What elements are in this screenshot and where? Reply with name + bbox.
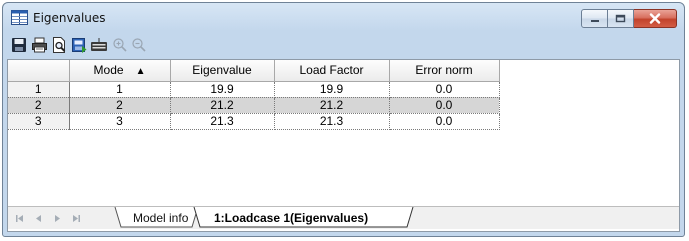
export-button[interactable]: [69, 35, 89, 55]
zoom-out-button[interactable]: [129, 35, 149, 55]
keyboard-icon: [91, 38, 107, 51]
cell-eigenvalue[interactable]: 21.2: [170, 97, 275, 114]
cell-error-norm[interactable]: 0.0: [389, 81, 500, 98]
cell-mode[interactable]: 3: [69, 113, 171, 130]
title-bar[interactable]: Eigenvalues: [3, 3, 684, 33]
cell-load-factor[interactable]: 21.3: [274, 113, 390, 130]
column-header-label: Mode: [93, 63, 124, 78]
print-preview-icon: [53, 37, 66, 53]
row-header[interactable]: 3: [8, 113, 70, 130]
table-row[interactable]: 3 3 21.3 21.3 0.0: [8, 113, 500, 130]
cell-eigenvalue[interactable]: 21.3: [170, 113, 275, 130]
cell-eigenvalue[interactable]: 19.9: [170, 81, 275, 98]
cell-load-factor[interactable]: 19.9: [274, 81, 390, 98]
close-icon: [649, 13, 661, 24]
column-header-mode[interactable]: Mode ▲: [69, 60, 171, 82]
column-header-eigenvalue[interactable]: Eigenvalue: [170, 60, 275, 82]
eigenvalues-window: Eigenvalues Mode ▲ Eigenvalue Load Facto…: [2, 2, 685, 237]
restore-icon: [615, 14, 626, 23]
toolbar: [7, 33, 680, 57]
eigenvalue-table: Mode ▲ Eigenvalue Load Factor Error norm …: [8, 60, 500, 130]
table-row-selected[interactable]: 2 2 21.2 21.2 0.0: [8, 97, 500, 114]
save-icon: [12, 38, 26, 52]
print-icon: [31, 37, 47, 53]
keyboard-button[interactable]: [89, 35, 109, 55]
table-window-icon: [11, 10, 28, 25]
row-header[interactable]: 2: [8, 97, 70, 114]
maximize-button[interactable]: [608, 9, 634, 28]
table-row[interactable]: 1 1 19.9 19.9 0.0: [8, 81, 500, 98]
cell-load-factor[interactable]: 21.2: [274, 97, 390, 114]
cell-error-norm[interactable]: 0.0: [389, 113, 500, 130]
column-header-load-factor[interactable]: Load Factor: [274, 60, 390, 82]
print-preview-button[interactable]: [49, 35, 69, 55]
column-header-error-norm[interactable]: Error norm: [389, 60, 500, 82]
tab-loadcase-1-eigenvalues[interactable]: 1:Loadcase 1(Eigenvalues): [196, 209, 434, 227]
cell-mode[interactable]: 2: [69, 97, 171, 114]
zoom-in-button[interactable]: [110, 35, 130, 55]
row-header[interactable]: 1: [8, 81, 70, 98]
save-button[interactable]: [9, 35, 29, 55]
table-header-row: Mode ▲ Eigenvalue Load Factor Error norm: [8, 60, 500, 82]
minimize-icon: [590, 19, 599, 22]
window-controls: [581, 9, 677, 28]
cell-mode[interactable]: 1: [69, 81, 171, 98]
close-button[interactable]: [634, 9, 677, 28]
export-icon: [71, 38, 86, 53]
table-panel: Mode ▲ Eigenvalue Load Factor Error norm …: [7, 59, 680, 232]
print-button[interactable]: [29, 35, 49, 55]
window-title: Eigenvalues: [33, 11, 106, 25]
corner-cell[interactable]: [8, 60, 70, 82]
cell-error-norm[interactable]: 0.0: [389, 97, 500, 114]
sheet-tab-bar: Model info 1:Loadcase 1(Eigenvalues): [8, 206, 679, 229]
minimize-button[interactable]: [581, 9, 608, 28]
zoom-in-icon: [113, 38, 127, 52]
sort-ascending-icon: ▲: [135, 66, 146, 78]
zoom-out-icon: [132, 38, 146, 52]
